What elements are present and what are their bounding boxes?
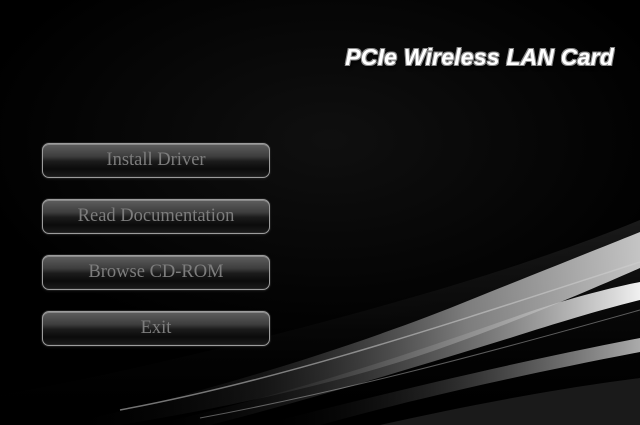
read-documentation-button[interactable]: Read Documentation	[42, 199, 270, 234]
browse-cd-rom-button[interactable]: Browse CD-ROM	[42, 255, 270, 290]
autorun-window: PCIe Wireless LAN Card Install Driver Re…	[0, 0, 640, 425]
install-driver-button[interactable]: Install Driver	[42, 143, 270, 178]
product-title: PCIe Wireless LAN Card	[345, 44, 614, 70]
exit-button[interactable]: Exit	[42, 311, 270, 346]
